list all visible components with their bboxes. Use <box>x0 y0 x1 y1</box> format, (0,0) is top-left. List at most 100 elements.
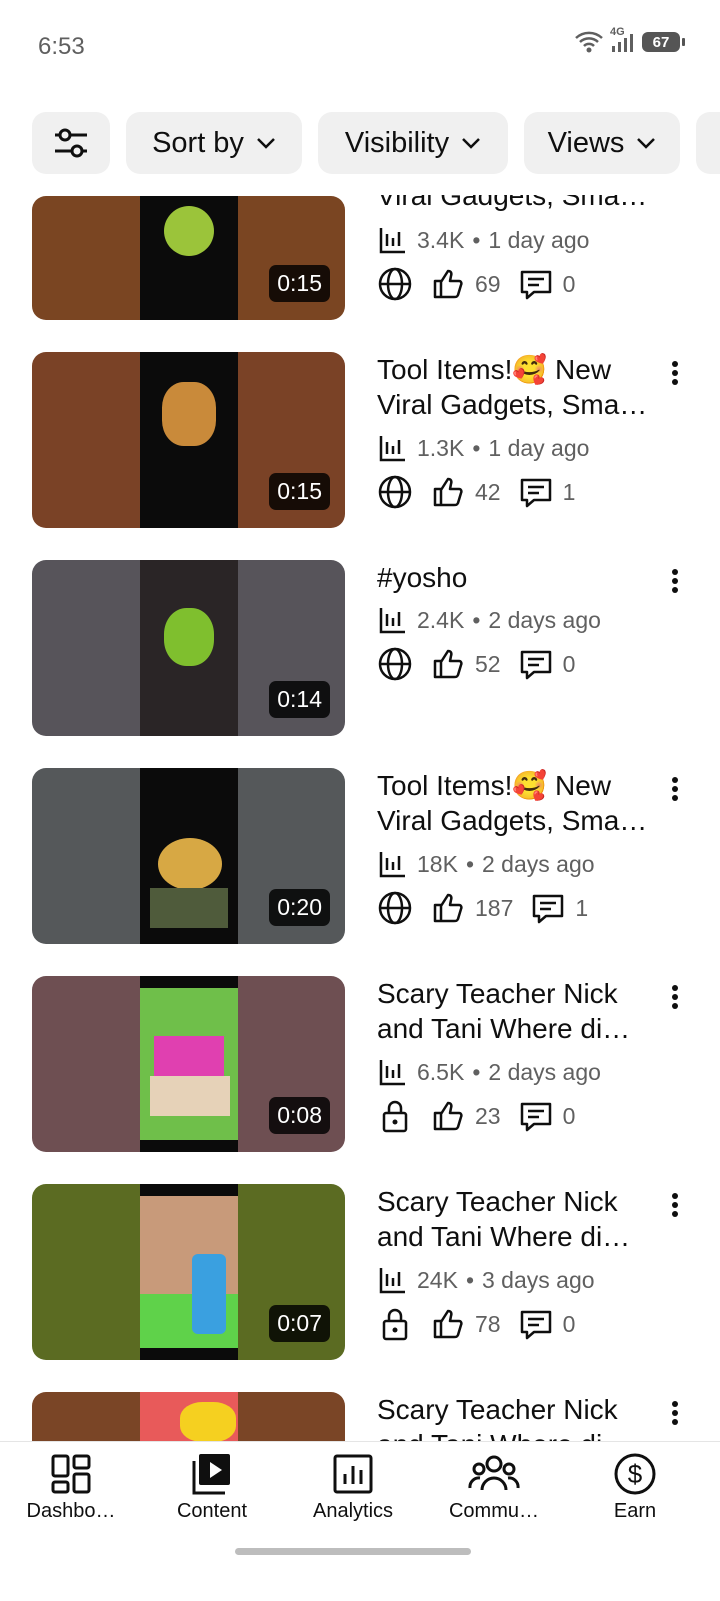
like-icon <box>433 1101 463 1131</box>
filter-settings-button[interactable] <box>32 112 110 174</box>
analytics-icon <box>379 1060 405 1086</box>
nav-earn[interactable]: $ Earn <box>570 1452 700 1523</box>
nav-analytics[interactable]: Analytics <box>288 1452 418 1523</box>
video-meta: 18K • 2 days ago <box>377 848 595 880</box>
video-title[interactable]: Scary Teacher Nick and Tani Where di… <box>377 1184 662 1254</box>
community-icon <box>468 1455 520 1491</box>
video-thumbnail[interactable]: 0:15 <box>32 196 345 320</box>
battery-icon: 67 <box>642 32 685 52</box>
lock-icon <box>382 1100 408 1133</box>
video-thumbnail[interactable]: 0:07 <box>32 1184 345 1360</box>
wifi-icon <box>575 31 603 53</box>
video-thumbnail[interactable]: 0:15 <box>32 352 345 528</box>
video-stats: 78 0 <box>377 1306 593 1342</box>
comment-icon <box>520 270 551 300</box>
comment-icon <box>520 1310 551 1340</box>
duration-badge: 0:14 <box>269 681 330 718</box>
signal-icon: 4G <box>610 26 636 54</box>
analytics-icon <box>379 228 405 254</box>
video-stats: 42 1 <box>377 474 593 510</box>
video-title[interactable]: Tool Items!🥰 New Viral Gadgets, Sma… <box>377 352 662 422</box>
thumbnail-image <box>140 560 238 736</box>
video-thumbnail[interactable]: 0:14 <box>32 560 345 736</box>
like-icon <box>433 269 463 299</box>
more-options-icon[interactable] <box>664 982 686 1012</box>
lock-icon <box>382 1308 408 1341</box>
more-options-icon[interactable] <box>664 1398 686 1428</box>
video-row[interactable]: 0:20 Tool Items!🥰 New Viral Gadgets, Sma… <box>0 768 720 946</box>
video-meta: 24K • 3 days ago <box>377 1264 595 1296</box>
sliders-icon <box>55 128 87 158</box>
home-indicator[interactable] <box>235 1548 471 1555</box>
thumbnail-image <box>140 352 238 528</box>
status-icons: 4G 67 <box>574 26 685 54</box>
bottom-nav: Dashbo… Content Analytics Commu… $ Earn <box>0 1441 720 1601</box>
duration-badge: 0:15 <box>269 265 330 302</box>
like-icon <box>433 649 463 679</box>
video-meta: 1.3K • 1 day ago <box>377 432 589 464</box>
visibility-button[interactable]: Visibility <box>318 112 508 174</box>
video-title[interactable]: Scary Teacher Nick and Tani Where di… <box>377 976 662 1046</box>
video-thumbnail[interactable]: 0:20 <box>32 768 345 944</box>
comment-icon <box>533 894 564 924</box>
analytics-icon <box>379 1268 405 1294</box>
nav-community[interactable]: Commu… <box>429 1452 559 1523</box>
duration-badge: 0:15 <box>269 473 330 510</box>
more-options-icon[interactable] <box>664 358 686 388</box>
filter-bar: Sort by Visibility Views <box>0 95 720 195</box>
thumbnail-image <box>140 196 238 320</box>
status-time: 6:53 <box>38 33 85 60</box>
video-meta: 6.5K • 2 days ago <box>377 1056 601 1088</box>
chevron-down-icon <box>257 138 275 149</box>
analytics-icon <box>379 852 405 878</box>
video-row[interactable]: 0:15 Tool Items!🥰 New Viral Gadgets, Sma… <box>0 352 720 530</box>
analytics-icon <box>379 436 405 462</box>
globe-icon <box>378 267 412 301</box>
video-title[interactable]: Tool Items!🥰 New Viral Gadgets, Sma… <box>377 768 662 838</box>
video-stats: 52 0 <box>377 646 593 682</box>
analytics-icon <box>333 1454 373 1494</box>
like-icon <box>433 893 463 923</box>
analytics-icon <box>379 608 405 634</box>
nav-dashboard[interactable]: Dashbo… <box>6 1452 136 1523</box>
video-stats: 69 0 <box>377 266 593 302</box>
globe-icon <box>378 891 412 925</box>
video-row[interactable]: 0:08 Scary Teacher Nick and Tani Where d… <box>0 976 720 1154</box>
more-filters-button[interactable] <box>696 112 720 174</box>
comment-icon <box>520 1102 551 1132</box>
more-options-icon[interactable] <box>664 1190 686 1220</box>
duration-badge: 0:20 <box>269 889 330 926</box>
video-row[interactable]: 0:07 Scary Teacher Nick and Tani Where d… <box>0 1184 720 1362</box>
comment-icon <box>520 650 551 680</box>
comment-icon <box>520 478 551 508</box>
views-button[interactable]: Views <box>524 112 680 174</box>
like-icon <box>433 1309 463 1339</box>
video-stats: 23 0 <box>377 1098 593 1134</box>
thumbnail-image <box>140 1184 238 1360</box>
video-title[interactable]: #yosho <box>377 560 662 595</box>
nav-content[interactable]: Content <box>147 1452 277 1523</box>
chevron-down-icon <box>637 138 656 149</box>
dashboard-icon <box>51 1454 91 1494</box>
duration-badge: 0:08 <box>269 1097 330 1134</box>
video-thumbnail[interactable]: 0:08 <box>32 976 345 1152</box>
svg-text:$: $ <box>628 1459 643 1489</box>
chevron-down-icon <box>462 138 480 149</box>
sort-by-button[interactable]: Sort by <box>126 112 302 174</box>
globe-icon <box>378 647 412 681</box>
like-icon <box>433 477 463 507</box>
dollar-icon: $ <box>614 1453 656 1495</box>
video-meta: 2.4K • 2 days ago <box>377 604 601 636</box>
video-row[interactable]: 0:14 #yosho 2.4K • 2 days ago 52 0 <box>0 560 720 738</box>
content-icon <box>192 1454 230 1495</box>
video-list: 0:15 Viral Gadgets, Sma… 3.4K • 1 day ago … <box>0 0 720 1600</box>
duration-badge: 0:07 <box>269 1305 330 1342</box>
video-stats: 187 1 <box>377 890 606 926</box>
video-meta: 3.4K • 1 day ago <box>377 224 589 256</box>
more-options-icon[interactable] <box>664 566 686 596</box>
thumbnail-image <box>140 976 238 1152</box>
status-bar: 6:53 4G 67 <box>0 0 720 95</box>
thumbnail-image <box>140 768 238 944</box>
globe-icon <box>378 475 412 509</box>
more-options-icon[interactable] <box>664 774 686 804</box>
